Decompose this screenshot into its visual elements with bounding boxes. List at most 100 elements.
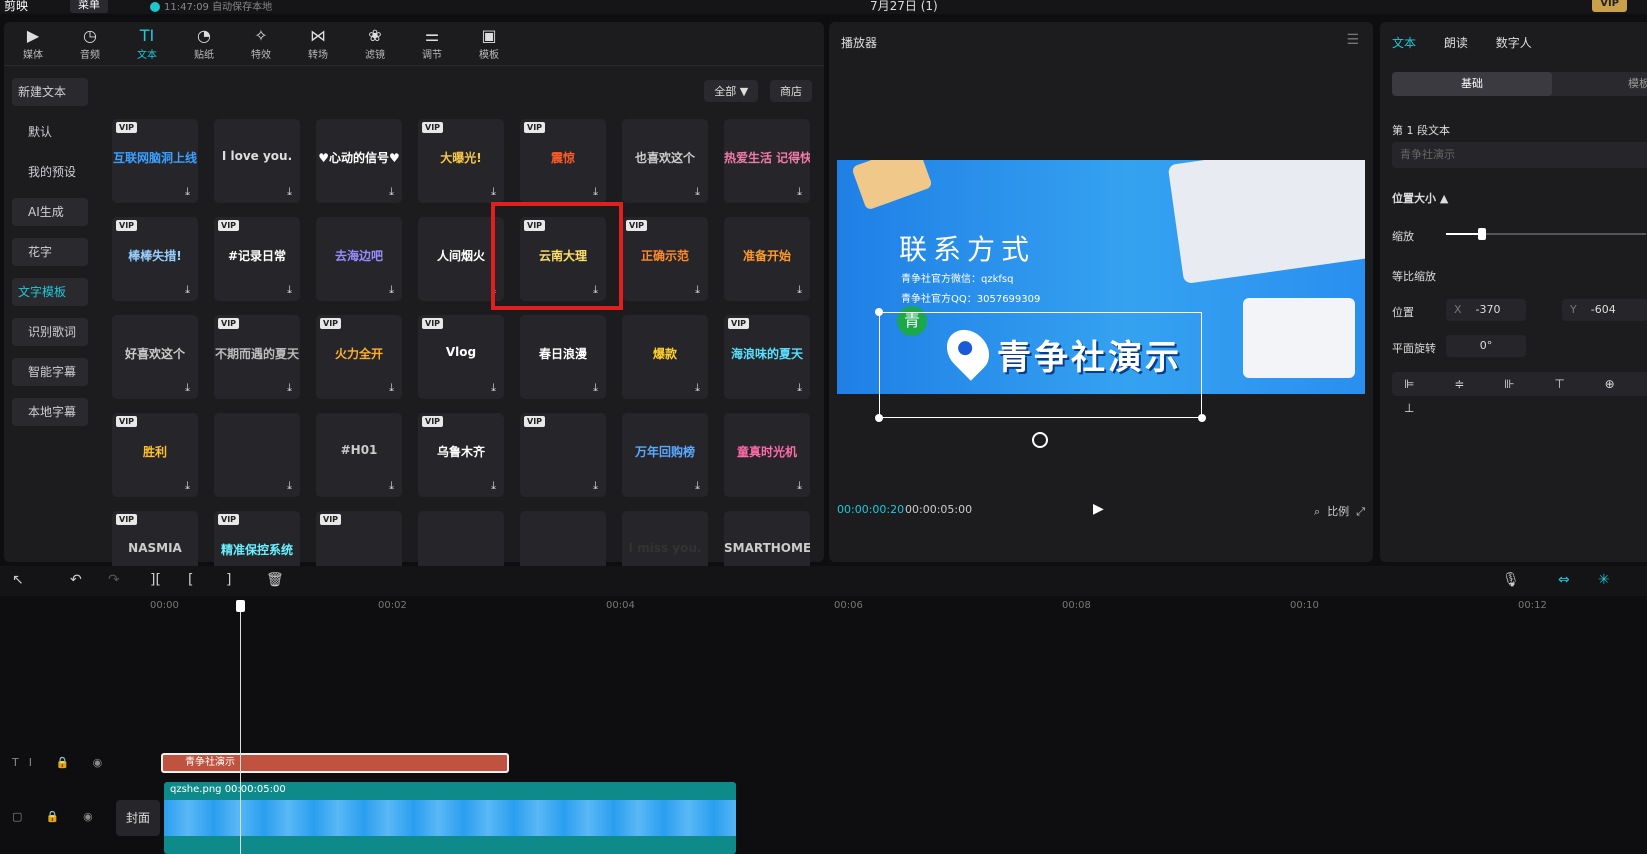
download-icon[interactable]: ⤓ (797, 283, 802, 297)
resize-handle[interactable] (875, 414, 883, 422)
align-buttons[interactable]: ⊫ ≑ ⊪ ⊤ ⊕ ⊥ (1392, 372, 1647, 415)
fit-icon[interactable]: ⌕ (1314, 505, 1320, 518)
tool-0[interactable]: ▶ 媒体 (8, 26, 58, 61)
tool-3[interactable]: ◔ 贴纸 (179, 26, 229, 61)
scale-slider-knob[interactable] (1478, 228, 1486, 240)
template-card[interactable]: VIP 互联网脑洞上线 ⤓ (112, 119, 198, 203)
split-icon[interactable]: ][ (150, 572, 161, 588)
tool-6[interactable]: ❀ 滤镜 (350, 26, 400, 61)
template-card[interactable]: VIP 正确示范 ⤓ (622, 217, 708, 301)
download-icon[interactable]: ⤓ (797, 185, 802, 199)
download-icon[interactable]: ⤓ (287, 381, 292, 395)
playhead[interactable] (236, 600, 245, 854)
select-tool-icon[interactable]: ↖ (12, 572, 24, 588)
download-icon[interactable]: ⤓ (797, 381, 802, 395)
template-card[interactable]: VIP 胜利 ⤓ (112, 413, 198, 497)
sidebar-item-6[interactable]: 识别歌词 (12, 318, 88, 346)
snap-icon[interactable]: ✳ (1598, 572, 1610, 588)
tool-5[interactable]: ⋈ 转场 (293, 26, 343, 61)
template-card[interactable]: 准备开始 ⤓ (724, 217, 810, 301)
download-icon[interactable]: ⤓ (695, 479, 700, 493)
tool-7[interactable]: ⚌ 调节 (407, 26, 457, 61)
sidebar-item-1[interactable]: 默认 (12, 118, 88, 146)
filter-all-button[interactable]: 全部 ▼ (704, 80, 759, 102)
tab-digital-human[interactable]: 数字人 (1496, 34, 1532, 51)
download-icon[interactable]: ⤓ (491, 479, 496, 493)
template-card[interactable]: VIP Vlog ⤓ (418, 315, 504, 399)
time-ruler[interactable]: 00:00 00:02 00:04 00:06 00:08 00:10 00:12 (150, 600, 1647, 616)
template-card[interactable]: 爆款 ⤓ (622, 315, 708, 399)
download-icon[interactable]: ⤓ (185, 381, 190, 395)
delete-icon[interactable]: 🗑 (266, 572, 284, 588)
link-icon[interactable]: ⇔ (1558, 572, 1570, 588)
resize-handle[interactable] (875, 308, 883, 316)
template-card[interactable]: VIP 火力全开 ⤓ (316, 315, 402, 399)
sidebar-item-2[interactable]: 我的预设 (12, 158, 88, 186)
undo-icon[interactable]: ↶ (70, 572, 82, 588)
sidebar-item-5[interactable]: 文字模板 (12, 278, 88, 306)
trim-right-icon[interactable]: ] (226, 572, 231, 588)
template-card[interactable]: 春日浪漫 ⤓ (520, 315, 606, 399)
template-card[interactable]: 童真时光机 ⤓ (724, 413, 810, 497)
download-icon[interactable]: ⤓ (287, 479, 292, 493)
download-icon[interactable]: ⤓ (593, 185, 598, 199)
sidebar-item-4[interactable]: 花字 (12, 238, 88, 266)
text-clip[interactable]: 青争社演示 (161, 753, 509, 773)
template-card[interactable]: VIP 震惊 ⤓ (520, 119, 606, 203)
tool-1[interactable]: ◷ 音频 (65, 26, 115, 61)
video-clip[interactable]: qzshe.png 00:00:05:00 (164, 782, 736, 854)
download-icon[interactable]: ⤓ (389, 185, 394, 199)
template-card[interactable]: 好喜欢这个 ⤓ (112, 315, 198, 399)
sidebar-item-8[interactable]: 本地字幕 (12, 398, 88, 426)
tool-2[interactable]: TI 文本 (122, 26, 172, 61)
menu-icon[interactable]: ☰ (1346, 32, 1359, 48)
download-icon[interactable]: ⤓ (389, 283, 394, 297)
trim-left-icon[interactable]: [ (188, 572, 193, 588)
position-y-input[interactable]: Y -604 (1562, 299, 1647, 321)
download-icon[interactable]: ⤓ (695, 381, 700, 395)
selection-box[interactable] (875, 308, 1206, 422)
template-card[interactable]: VIP #记录日常 ⤓ (214, 217, 300, 301)
download-icon[interactable]: ⤓ (287, 185, 292, 199)
download-icon[interactable]: ⤓ (695, 283, 700, 297)
tool-4[interactable]: ✧ 特效 (236, 26, 286, 61)
template-card[interactable]: 万年回购榜 ⤓ (622, 413, 708, 497)
template-card[interactable]: VIP ⤓ (520, 413, 606, 497)
template-card[interactable]: #H01 ⤓ (316, 413, 402, 497)
template-card[interactable]: VIP 不期而遇的夏天 ⤓ (214, 315, 300, 399)
template-card[interactable]: VIP 海浪味的夏天 ⤓ (724, 315, 810, 399)
template-card[interactable]: VIP 乌鲁木齐 ⤓ (418, 413, 504, 497)
download-icon[interactable]: ⤓ (389, 479, 394, 493)
fullscreen-icon[interactable]: ⤢ (1356, 505, 1365, 518)
download-icon[interactable]: ⤓ (491, 185, 496, 199)
position-x-input[interactable]: X -370 (1446, 299, 1526, 321)
sidebar-item-0[interactable]: 新建文本 (12, 78, 88, 106)
segment-basic[interactable]: 基础 (1392, 72, 1552, 96)
tool-8[interactable]: ▣ 模板 (464, 26, 514, 61)
cover-button[interactable]: 封面 (116, 800, 160, 836)
resize-handle[interactable] (1198, 414, 1206, 422)
download-icon[interactable]: ⤓ (185, 185, 190, 199)
microphone-icon[interactable]: 🎙 (1502, 572, 1520, 588)
template-card[interactable]: ⤓ (214, 413, 300, 497)
template-card[interactable]: VIP 棒棒失措! ⤓ (112, 217, 198, 301)
store-button[interactable]: 商店 (770, 80, 812, 102)
download-icon[interactable]: ⤓ (695, 185, 700, 199)
template-card[interactable]: 热爱生活 记得快乐 ⤓ (724, 119, 810, 203)
template-card[interactable]: I love you. ⤓ (214, 119, 300, 203)
download-icon[interactable]: ⤓ (185, 479, 190, 493)
position-size-header[interactable]: 位置大小 ▲ (1392, 190, 1448, 206)
vip-button[interactable]: VIP (1592, 0, 1627, 12)
play-icon[interactable]: ▶ (1093, 501, 1104, 517)
template-card[interactable]: VIP 大曝光! ⤓ (418, 119, 504, 203)
scale-slider[interactable] (1446, 228, 1646, 240)
download-icon[interactable]: ⤓ (593, 381, 598, 395)
download-icon[interactable]: ⤓ (287, 283, 292, 297)
ratio-button[interactable]: 比例 (1327, 505, 1349, 518)
rotation-input[interactable]: 0° (1446, 335, 1526, 357)
segment-template[interactable]: 模板 (1628, 72, 1647, 96)
redo-icon[interactable]: ↷ (108, 572, 120, 588)
paragraph-input[interactable]: 青争社演示 (1392, 142, 1647, 168)
template-card[interactable]: 也喜欢这个 ⤓ (622, 119, 708, 203)
download-icon[interactable]: ⤓ (491, 381, 496, 395)
